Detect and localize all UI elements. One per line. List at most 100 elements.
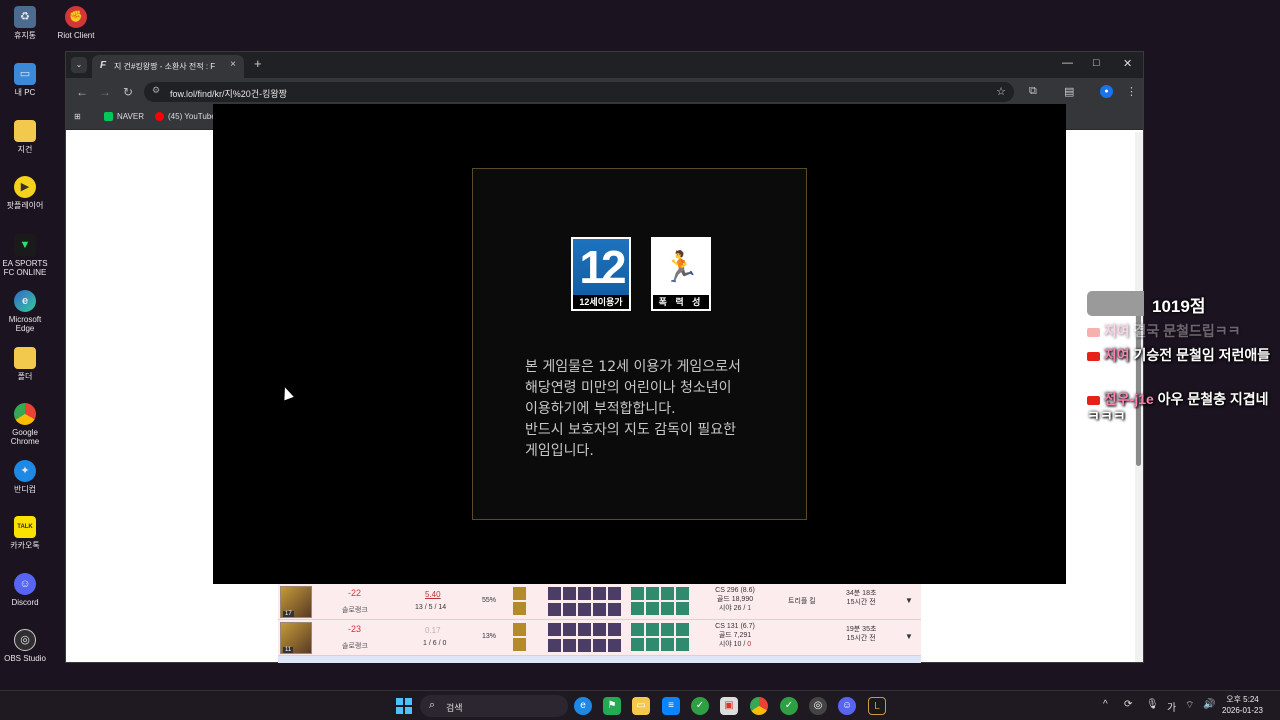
extensions-icon[interactable]: ⧉ [1029,85,1037,98]
app-taskbar-icon[interactable]: ▣ [720,697,738,715]
menu-kebab-icon[interactable]: ⋮ [1126,85,1137,98]
desktop-icon-label: 반디컴 [13,485,37,494]
chat-message: 지여 결국 문철드립ㅋㅋ [1087,323,1272,340]
youtube-icon [155,112,164,121]
tab-bar: ⌄ F 지 건#킹왕짱 - 소환사 전적 : F × + — □ ✕ [66,52,1143,78]
match-row[interactable]: 11 -23 솔로랭크 0.17 1 / 6 / 0 13% CS 131 (6… [278,620,921,656]
monitor-icon: ▭ [14,63,36,85]
minimize-button[interactable]: — [1062,57,1073,69]
fow-favicon-icon: F [100,60,107,71]
ea-fc-icon: ▼ [14,234,36,256]
volume-icon[interactable]: 🔊 [1203,699,1215,710]
violence-pictogram-icon: 🏃 [653,239,709,295]
match-row-partial [278,656,921,663]
rating-badges: 12 12세이용가 🏃 폭 력 성 [571,237,711,311]
tab-close-icon[interactable]: × [230,59,236,70]
desktop-icon-my-pc[interactable]: ▭ 내 PC [2,63,48,97]
chat-author: 전우-j1e [1103,391,1154,407]
chrome-taskbar-icon[interactable] [750,697,768,715]
notice-line: 반드시 보호자의 지도 감독이 필요한 [525,422,736,438]
address-bar[interactable]: ⚙ fow.lol/find/kr/지%20건-킹왕짱 ☆ [144,82,1014,102]
content-rating-label: 폭 력 성 [653,295,709,309]
desktop-icon-folder[interactable]: 폴더 [2,347,48,381]
notice-line: 게임입니다. [525,443,594,459]
desktop-icon-edge[interactable]: e Microsoft Edge [2,290,48,333]
chat-text: 기승전 문철임 저런애들 [1133,347,1271,363]
game-rating-notice: 12 12세이용가 🏃 폭 력 성 본 게임물은 12세 이용가 게임으로서 해… [472,168,807,520]
item-build-grid [631,587,691,615]
vision-stat-row: 시야 10 / 0 [710,640,760,649]
close-window-button[interactable]: ✕ [1123,57,1132,70]
cs-gold-vision: CS 296 (8.6) 골드 18,990 시야 26 / 1 [710,586,760,613]
vision-stat: 시야 10 / [718,641,748,648]
folder-icon [14,347,36,369]
app-taskbar-icon[interactable]: ✓ [780,697,798,715]
system-clock[interactable]: 오후 5:24 2026-01-23 [1222,694,1263,716]
address-url: fow.lol/find/kr/지%20건-킹왕짱 [170,89,287,99]
tab-search-dropdown[interactable]: ⌄ [71,57,87,73]
profile-avatar[interactable]: ● [1100,85,1113,98]
desktop-icon-discord[interactable]: ☺ Discord [2,573,48,607]
apps-grid-icon[interactable]: ⊞ [74,112,81,121]
champion-portrait: 17 [280,586,312,618]
forward-button[interactable]: → [99,85,111,99]
desktop-icon-folder-jigeon[interactable]: 지건 [2,120,48,154]
reload-button[interactable]: ↻ [123,85,133,99]
bookmark-star-icon[interactable]: ☆ [996,85,1006,98]
new-tab-button[interactable]: + [254,56,262,71]
site-info-icon[interactable]: ⚙ [152,85,160,96]
desktop-icon-ea-fc[interactable]: ▼ EA SPORTS FC ONLINE [2,234,48,277]
back-button[interactable]: ← [76,85,88,99]
desktop-icon-obs[interactable]: ◎ OBS Studio [2,629,48,663]
ime-indicator[interactable]: 가 [1167,699,1176,714]
desktop-icon-riot-client[interactable]: ✊ Riot Client [52,6,100,40]
gold-stat: 골드 7,291 [718,632,752,639]
violence-rating-icon: 🏃 폭 력 성 [651,237,711,311]
notepad-icon[interactable]: ≡ [662,697,680,715]
tab-fow-lol[interactable]: F 지 건#킹왕짱 - 소환사 전적 : F × [92,55,244,78]
side-panel-icon[interactable]: ▤ [1064,85,1074,98]
queue-type: 솔로랭크 [342,643,368,650]
discord-taskbar-icon[interactable]: ☺ [838,697,856,715]
edge-icon: e [14,290,36,312]
rune-icons [513,623,527,653]
app-taskbar-icon[interactable]: ⚑ [603,697,621,715]
app-taskbar-icon[interactable]: ✓ [691,697,709,715]
tray-overflow-icon[interactable]: ^ [1103,699,1108,710]
youtube-icon [1087,395,1100,405]
desktop-icon-potplayer[interactable]: ▶ 팟플레이어 [2,176,48,210]
microphone-icon[interactable]: 🎙 [1146,699,1159,710]
ward-count: 1 [747,605,752,612]
desktop-icon-recycle-bin[interactable]: ♻ 휴지통 [2,6,48,40]
edge-taskbar-icon[interactable]: e [574,697,592,715]
start-button[interactable] [396,698,412,714]
rating-notice-text: 본 게임물은 12세 이용가 게임으로서 해당연령 미만의 어린이나 청소년이 … [525,357,785,462]
age-rating-label: 12세이용가 [573,295,629,309]
network-icon[interactable]: ⟳ [1124,699,1132,710]
kill-participation: 13% [482,633,497,640]
wifi-icon[interactable]: ⌔ [1185,699,1194,712]
desktop-icon-chrome[interactable]: Google Chrome [2,403,48,446]
kda-score: 1 / 6 / 0 [423,640,447,647]
bookmark-youtube[interactable]: (45) YouTube [155,112,216,121]
expand-chevron-icon[interactable]: ▼ [905,632,913,641]
league-taskbar-icon[interactable]: L [868,697,886,715]
desktop-icon-label: Google Chrome [10,428,40,447]
team-champions-grid [548,623,622,653]
obs-taskbar-icon[interactable]: ◎ [809,697,827,715]
expand-chevron-icon[interactable]: ▼ [905,596,913,605]
bookmark-label: (45) YouTube [168,112,216,121]
kda-ratio: 0.17 [425,626,441,635]
desktop-icon-bandicam[interactable]: ✦ 반디컴 [2,460,48,494]
match-row[interactable]: 17 -22 솔로랭크 5.40 13 / 5 / 14 55% CS 296 … [278,584,921,620]
gold-stat: 골드 18,990 [716,596,754,603]
kda-ratio: 5.40 [425,590,441,599]
taskbar-search[interactable]: ⌕ 검색 [420,695,568,717]
age-12-rating-icon: 12 12세이용가 [571,237,631,311]
file-explorer-icon[interactable]: ▭ [632,697,650,715]
desktop-icon-kakaotalk[interactable]: TALK 카카오톡 [2,516,48,550]
discord-icon: ☺ [14,573,36,595]
maximize-button[interactable]: □ [1093,57,1100,69]
desktop-icon-label: OBS Studio [4,654,46,663]
bookmark-naver[interactable]: NAVER [104,112,144,121]
